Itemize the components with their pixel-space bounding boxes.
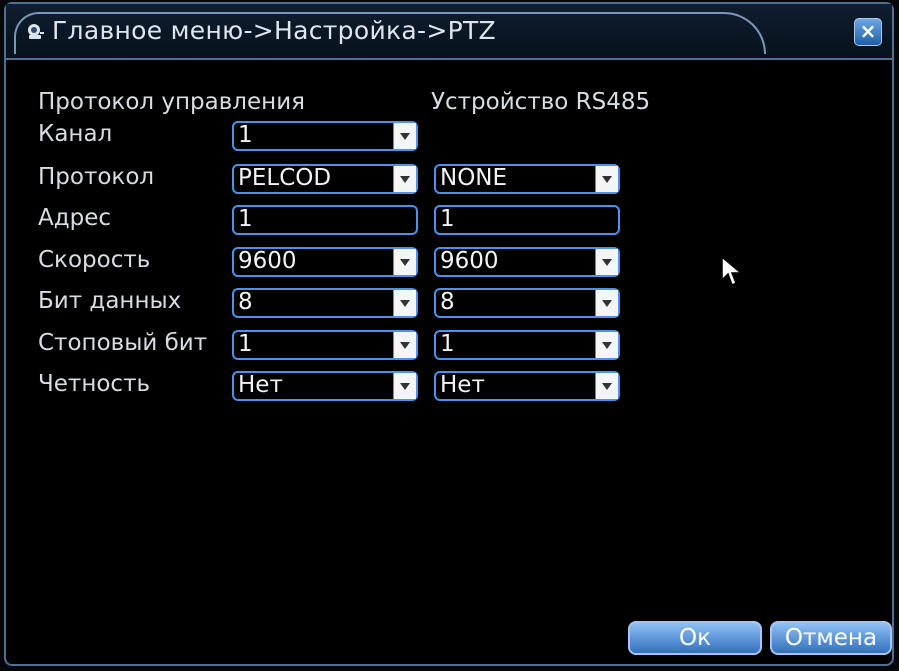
protocol-left-select[interactable]: PELCOD [232,164,418,194]
data-bits-label: Бит данных [38,288,182,314]
stop-bit-label: Стоповый бит [38,330,208,356]
chevron-down-icon[interactable] [393,332,416,358]
parity-label: Четность [38,371,151,397]
stop-bit-right-select[interactable]: 1 [434,330,620,360]
ok-button[interactable]: Ок [628,621,762,655]
parity-right-select[interactable]: Нет [434,371,620,401]
address-left-value: 1 [238,206,253,232]
data-bits-left-value: 8 [238,289,253,315]
address-right-value: 1 [440,206,455,232]
protocol-right-select[interactable]: NONE [434,164,620,194]
cancel-button[interactable]: Отмена [770,621,892,655]
data-bits-left-select[interactable]: 8 [232,288,418,318]
speed-label: Скорость [38,247,151,273]
window-title: Главное меню->Настройка->PTZ [52,16,496,45]
chevron-down-icon[interactable] [393,123,416,149]
speed-right-select[interactable]: 9600 [434,247,620,277]
chevron-down-icon[interactable] [595,166,618,192]
chevron-down-icon[interactable] [595,332,618,358]
parity-left-select[interactable]: Нет [232,371,418,401]
speed-left-value: 9600 [238,248,297,274]
close-icon: × [859,19,877,43]
close-button[interactable]: × [854,18,882,46]
address-right-input[interactable]: 1 [434,205,620,235]
chevron-down-icon[interactable] [393,249,416,275]
speed-left-select[interactable]: 9600 [232,247,418,277]
chevron-down-icon[interactable] [595,290,618,316]
mouse-cursor-icon [721,256,744,287]
data-bits-right-select[interactable]: 8 [434,288,620,318]
channel-value: 1 [238,122,253,148]
address-left-input[interactable]: 1 [232,205,418,235]
chevron-down-icon[interactable] [595,249,618,275]
chevron-down-icon[interactable] [393,290,416,316]
data-bits-right-value: 8 [440,289,455,315]
protocol-control-header: Протокол управления [38,89,305,115]
chevron-down-icon[interactable] [595,373,618,399]
protocol-left-value: PELCOD [238,165,332,191]
protocol-label: Протокол [38,164,155,190]
ptz-settings-dialog: Главное меню->Настройка->PTZ × Протокол … [4,2,894,666]
channel-select[interactable]: 1 [232,121,418,151]
stop-bit-left-select[interactable]: 1 [232,330,418,360]
protocol-right-value: NONE [440,165,508,191]
camera-settings-icon [28,24,44,39]
parity-left-value: Нет [238,372,283,398]
speed-right-value: 9600 [440,248,499,274]
stop-bit-right-value: 1 [440,331,455,357]
parity-right-value: Нет [440,372,485,398]
stop-bit-left-value: 1 [238,331,253,357]
rs485-device-header: Устройство RS485 [431,89,651,115]
address-label: Адрес [38,205,112,231]
chevron-down-icon[interactable] [393,373,416,399]
channel-label: Канал [38,121,113,147]
chevron-down-icon[interactable] [393,166,416,192]
title-bar: Главное меню->Настройка->PTZ × [6,4,892,60]
